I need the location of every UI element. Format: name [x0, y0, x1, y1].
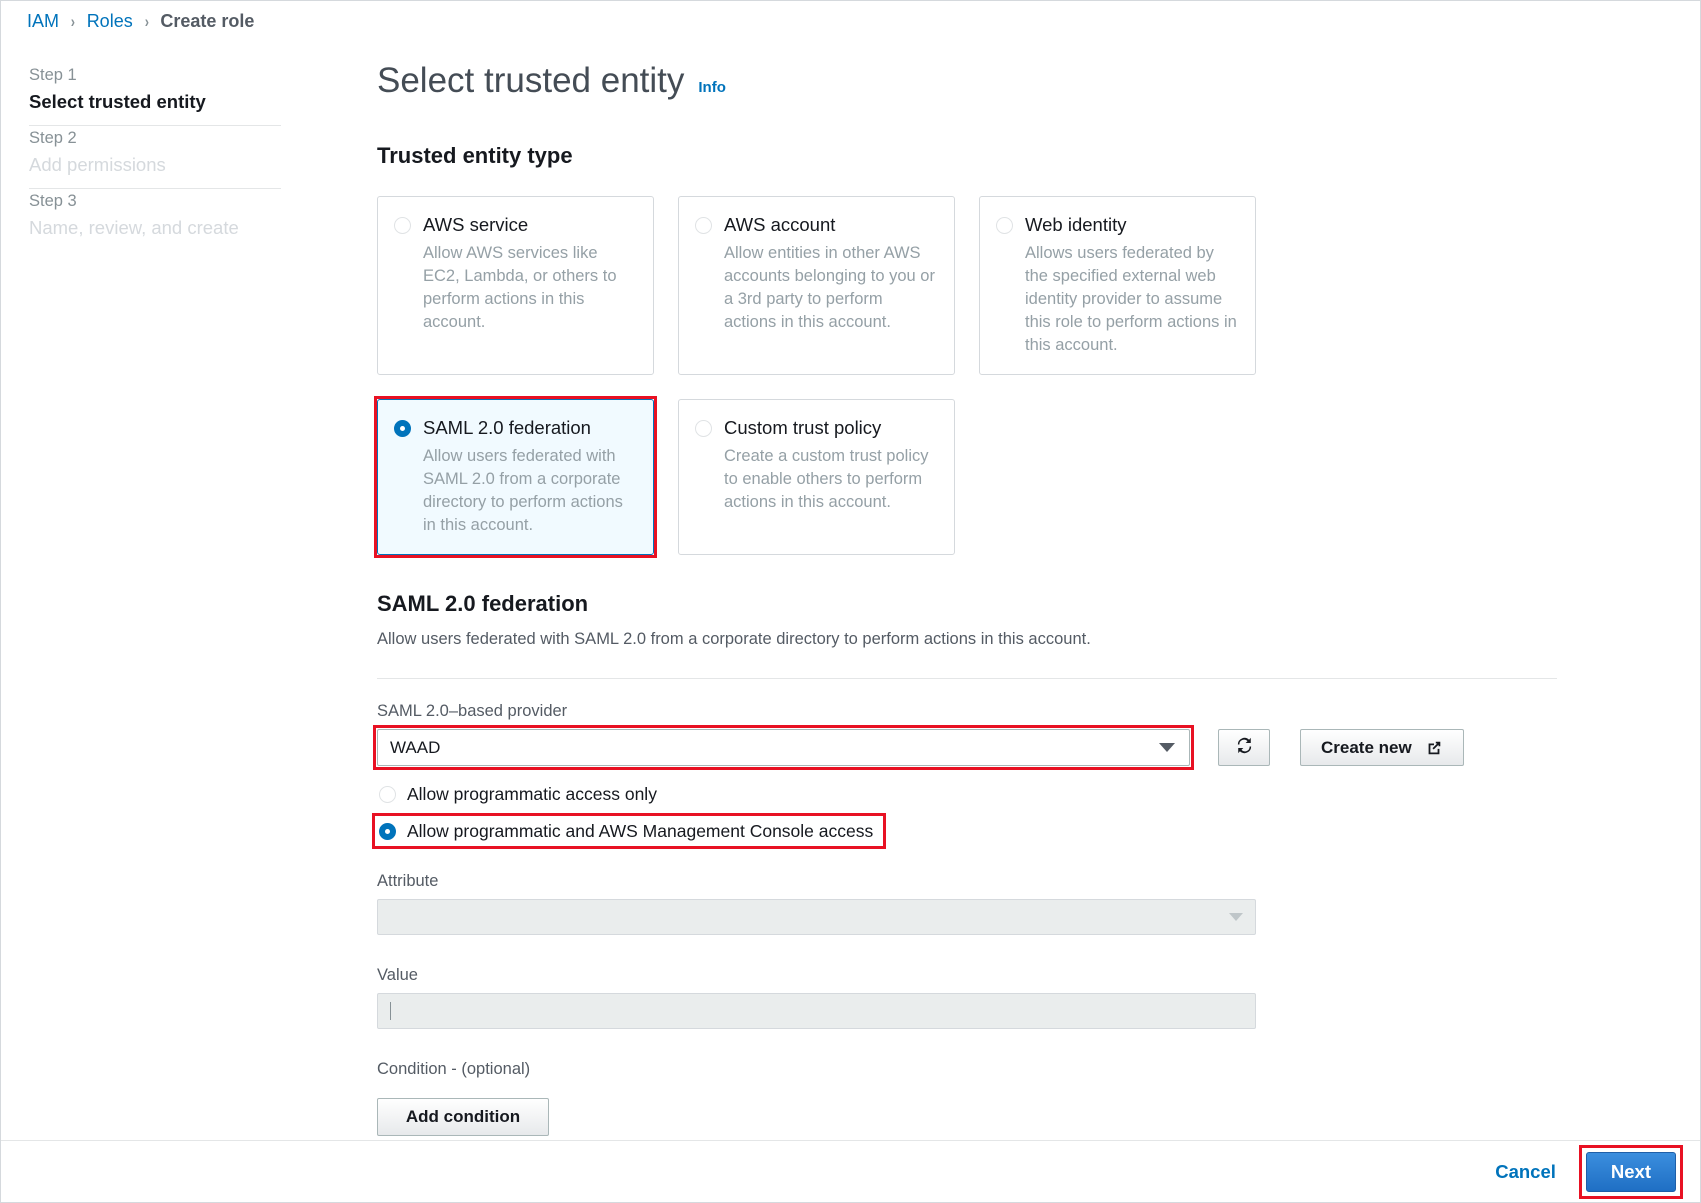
radio-web-identity[interactable]	[996, 217, 1013, 234]
access-option-programmatic-only[interactable]: Allow programmatic access only	[377, 781, 661, 807]
provider-field-label: SAML 2.0–based provider	[377, 702, 568, 720]
step-3-title: Name, review, and create	[29, 217, 239, 238]
trusted-entity-option-web-identity[interactable]: Web identity Allows users federated by t…	[979, 196, 1256, 375]
create-new-label: Create new	[1321, 737, 1412, 757]
breadcrumb-item-iam[interactable]: IAM	[27, 11, 59, 32]
text-cursor	[390, 1002, 391, 1020]
page-title: Select trusted entity	[377, 61, 685, 100]
option-label: AWS service	[423, 214, 529, 235]
radio-aws-service[interactable]	[394, 217, 411, 234]
saml-federation-description: Allow users federated with SAML 2.0 from…	[377, 630, 1091, 648]
radio-saml-federation[interactable]	[394, 420, 411, 437]
saml-federation-heading: SAML 2.0 federation	[377, 591, 589, 616]
attribute-select[interactable]	[377, 899, 1256, 935]
main-content: Select trusted entity Info Trusted entit…	[372, 59, 1557, 1136]
trusted-entity-option-aws-service[interactable]: AWS service Allow AWS services like EC2,…	[377, 196, 654, 375]
step-2-number: Step 2	[29, 129, 77, 147]
provider-select-value: WAAD	[390, 737, 441, 757]
trusted-entity-option-custom-trust-policy[interactable]: Custom trust policy Create a custom trus…	[678, 399, 955, 555]
refresh-icon	[1235, 736, 1254, 760]
breadcrumb: IAM › Roles › Create role	[27, 11, 254, 32]
access-option-programmatic-and-console[interactable]: Allow programmatic and AWS Management Co…	[372, 813, 887, 849]
chevron-down-icon	[1159, 743, 1175, 752]
page-title-row: Select trusted entity Info	[377, 59, 1557, 103]
trusted-entity-type-heading: Trusted entity type	[377, 143, 573, 168]
next-button[interactable]: Next	[1585, 1151, 1676, 1192]
step-2-title: Add permissions	[29, 154, 166, 175]
option-label: AWS account	[724, 214, 836, 235]
trusted-entity-option-aws-account[interactable]: AWS account Allow entities in other AWS …	[678, 196, 955, 375]
add-condition-button[interactable]: Add condition	[377, 1098, 549, 1136]
access-option-label: Allow programmatic and AWS Management Co…	[407, 821, 874, 841]
step-3-number: Step 3	[29, 192, 77, 210]
trusted-entity-type-options: AWS service Allow AWS services like EC2,…	[374, 196, 1555, 558]
option-description: Allows users federated by the specified …	[1025, 244, 1237, 354]
option-label: Web identity	[1025, 214, 1127, 235]
step-item-2: Step 2 Add permissions	[29, 126, 281, 188]
wizard-footer: Cancel Next	[1, 1140, 1700, 1202]
refresh-button[interactable]	[1218, 729, 1270, 766]
step-1-number: Step 1	[29, 66, 77, 84]
section-divider	[377, 678, 1557, 679]
external-link-icon	[1425, 739, 1443, 757]
option-label: Custom trust policy	[724, 417, 882, 438]
step-1-title: Select trusted entity	[29, 91, 206, 112]
value-field-label: Value	[377, 966, 418, 984]
value-input[interactable]	[377, 993, 1256, 1029]
step-navigation: Step 1 Select trusted entity Step 2 Add …	[29, 63, 281, 251]
create-role-page: IAM › Roles › Create role Step 1 Select …	[0, 0, 1701, 1203]
radio-aws-account[interactable]	[695, 217, 712, 234]
attribute-field-label: Attribute	[377, 872, 439, 890]
add-condition-label: Add condition	[405, 1107, 521, 1126]
option-description: Allow users federated with SAML 2.0 from…	[423, 447, 623, 534]
radio-custom-trust-policy[interactable]	[695, 420, 712, 437]
provider-row: WAAD Create new	[373, 725, 1557, 770]
breadcrumb-separator-icon: ›	[144, 11, 149, 31]
radio-programmatic-and-console[interactable]	[379, 822, 396, 840]
condition-field-label: Condition - (optional)	[377, 1060, 531, 1078]
cancel-button[interactable]: Cancel	[1495, 1161, 1556, 1183]
create-new-button[interactable]: Create new	[1300, 729, 1464, 766]
option-description: Allow entities in other AWS accounts bel…	[724, 244, 935, 331]
option-description: Create a custom trust policy to enable o…	[724, 447, 929, 511]
breadcrumb-item-roles[interactable]: Roles	[87, 11, 133, 32]
step-item-3: Step 3 Name, review, and create	[29, 189, 281, 251]
trusted-entity-option-saml-federation[interactable]: SAML 2.0 federation Allow users federate…	[374, 396, 657, 558]
radio-programmatic-only[interactable]	[379, 785, 396, 803]
option-description: Allow AWS services like EC2, Lambda, or …	[423, 244, 617, 331]
chevron-down-icon	[1229, 913, 1243, 921]
next-button-wrapper: Next	[1578, 1144, 1683, 1199]
breadcrumb-item-create-role: Create role	[160, 11, 255, 31]
breadcrumb-separator-icon: ›	[70, 11, 75, 31]
info-link[interactable]: Info	[698, 79, 726, 96]
provider-select[interactable]: WAAD	[377, 729, 1190, 766]
step-item-1[interactable]: Step 1 Select trusted entity	[29, 63, 281, 125]
option-label: SAML 2.0 federation	[423, 417, 591, 438]
access-option-label: Allow programmatic access only	[407, 784, 657, 804]
